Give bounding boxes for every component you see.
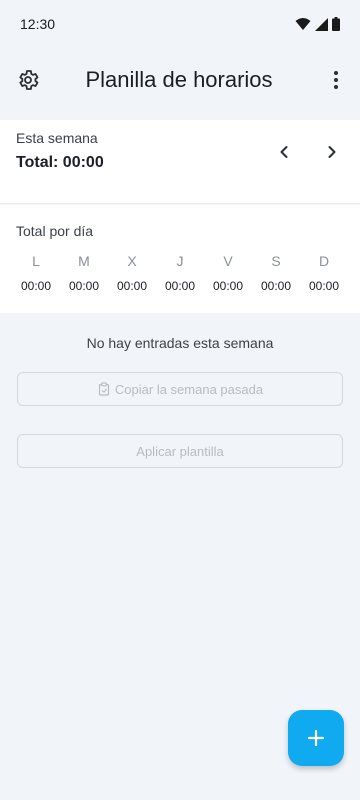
- week-summary-card: Esta semana Total: 00:00: [0, 120, 360, 204]
- week-label: Esta semana: [16, 130, 98, 146]
- day-column-sunday: D 00:00: [300, 253, 348, 293]
- chevron-left-icon: [280, 146, 288, 158]
- app-bar: Planilla de horarios: [0, 48, 360, 112]
- day-total: 00:00: [68, 279, 100, 293]
- previous-week-button[interactable]: [272, 140, 296, 164]
- status-bar: 12:30: [0, 0, 360, 48]
- wifi-icon: [295, 18, 311, 30]
- signal-icon: [315, 17, 328, 31]
- day-letter: X: [127, 253, 137, 269]
- battery-icon: [332, 17, 340, 31]
- day-total: 00:00: [116, 279, 148, 293]
- day-total: 00:00: [308, 279, 340, 293]
- days-row: L 00:00 M 00:00 X 00:00 J 00:00 V 00:00 …: [12, 253, 348, 293]
- day-total: 00:00: [260, 279, 292, 293]
- week-total: Total: 00:00: [16, 154, 104, 171]
- copy-last-week-label: Copiar la semana pasada: [114, 381, 264, 397]
- daily-totals-title: Total por día: [16, 223, 94, 239]
- day-column-wednesday: X 00:00: [108, 253, 156, 293]
- day-column-thursday: J 00:00: [156, 253, 204, 293]
- day-column-tuesday: M 00:00: [60, 253, 108, 293]
- clipboard-icon: [98, 382, 110, 396]
- day-letter: D: [318, 253, 330, 269]
- day-column-friday: V 00:00: [204, 253, 252, 293]
- day-letter: J: [176, 253, 184, 269]
- day-letter: V: [223, 253, 233, 269]
- day-total: 00:00: [164, 279, 196, 293]
- apply-template-button[interactable]: Aplicar plantilla: [17, 434, 343, 468]
- day-letter: S: [271, 253, 281, 269]
- status-icons: [295, 17, 340, 31]
- next-week-button[interactable]: [320, 140, 344, 164]
- chevron-right-icon: [328, 146, 336, 158]
- more-options-button[interactable]: [322, 66, 350, 94]
- more-vert-icon: [334, 71, 338, 89]
- plus-icon: [307, 729, 325, 747]
- empty-state-message: No hay entradas esta semana: [86, 335, 274, 351]
- day-column-monday: L 00:00: [12, 253, 60, 293]
- day-column-saturday: S 00:00: [252, 253, 300, 293]
- page-title: Planilla de horarios: [85, 67, 273, 92]
- status-time: 12:30: [20, 16, 56, 32]
- add-entry-fab[interactable]: [288, 710, 344, 766]
- day-letter: M: [78, 253, 90, 269]
- copy-last-week-button[interactable]: Copiar la semana pasada: [17, 372, 343, 406]
- apply-template-label: Aplicar plantilla: [136, 443, 224, 459]
- day-total: 00:00: [212, 279, 244, 293]
- day-total: 00:00: [20, 279, 52, 293]
- day-letter: L: [32, 253, 40, 269]
- daily-totals-card: Total por día L 00:00 M 00:00 X 00:00 J …: [0, 205, 360, 313]
